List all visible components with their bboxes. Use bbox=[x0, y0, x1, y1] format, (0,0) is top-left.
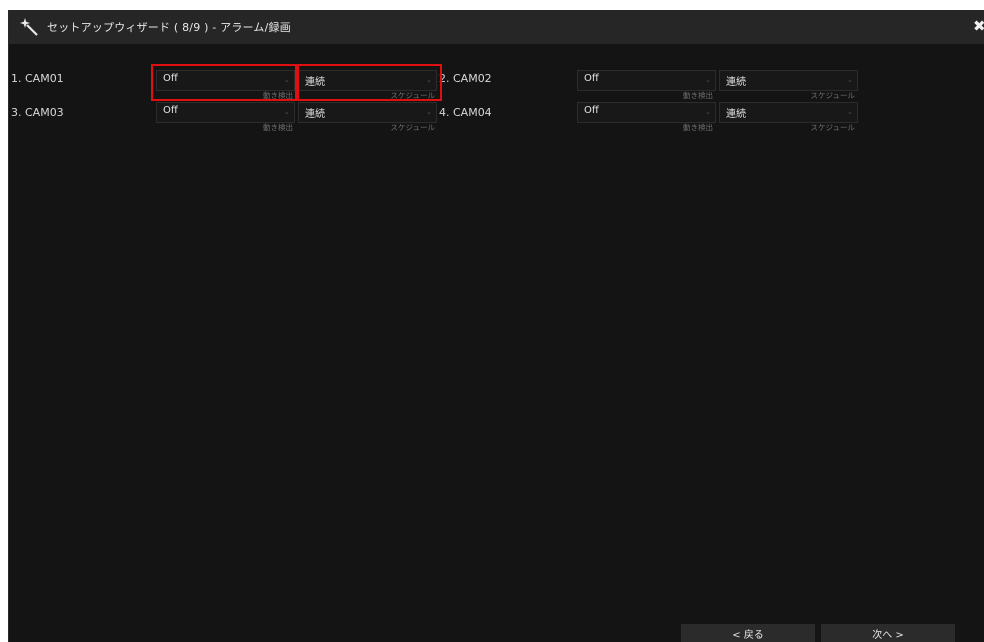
chevron-down-icon: ⌄ bbox=[847, 108, 853, 116]
cam02-motion-select[interactable]: Off ⌄ bbox=[577, 70, 716, 91]
cam04-motion-caption: 動き検出 bbox=[683, 123, 713, 132]
setup-wizard-window: セットアップウィザード ( 8/9 ) - アラーム/録画 ✖ 1. CAM01… bbox=[8, 10, 984, 642]
motion-highlight-box bbox=[151, 64, 297, 101]
cam03-motion-value: Off bbox=[163, 105, 178, 116]
cam04-motion-select[interactable]: Off ⌄ bbox=[577, 102, 716, 123]
chevron-down-icon: ⌄ bbox=[705, 108, 711, 116]
magic-wand-icon bbox=[20, 18, 38, 36]
window-title: セットアップウィザード ( 8/9 ) - アラーム/録画 bbox=[47, 21, 291, 34]
next-button[interactable]: 次へ > bbox=[821, 624, 955, 642]
cam03-schedule-select[interactable]: 連続 ⌄ bbox=[298, 102, 437, 123]
title-bar: セットアップウィザード ( 8/9 ) - アラーム/録画 ✖ bbox=[9, 10, 984, 44]
cam04-label: 4. CAM04 bbox=[439, 106, 492, 119]
chevron-down-icon: ⌄ bbox=[426, 108, 432, 116]
cam03-motion-caption: 動き検出 bbox=[263, 123, 293, 132]
cam01-label: 1. CAM01 bbox=[11, 72, 64, 85]
cam03-label: 3. CAM03 bbox=[11, 106, 64, 119]
cam02-label: 2. CAM02 bbox=[439, 72, 492, 85]
cam02-motion-value: Off bbox=[584, 73, 599, 84]
alarm-recording-panel: 1. CAM01 Off ⌄ 動き検出 連続 ⌄ スケジュール 2. CAM02… bbox=[9, 44, 984, 642]
chevron-down-icon: ⌄ bbox=[705, 76, 711, 84]
cam04-schedule-select[interactable]: 連続 ⌄ bbox=[719, 102, 858, 123]
cam02-schedule-value: 連続 bbox=[726, 77, 746, 88]
chevron-down-icon: ⌄ bbox=[284, 108, 290, 116]
schedule-highlight-box bbox=[297, 64, 442, 101]
cam04-schedule-value: 連続 bbox=[726, 109, 746, 120]
cam03-schedule-value: 連続 bbox=[305, 109, 325, 120]
back-button[interactable]: < 戻る bbox=[681, 624, 815, 642]
cam04-schedule-caption: スケジュール bbox=[810, 123, 855, 132]
cam02-motion-caption: 動き検出 bbox=[683, 91, 713, 100]
cam02-schedule-caption: スケジュール bbox=[810, 91, 855, 100]
cam03-schedule-caption: スケジュール bbox=[390, 123, 435, 132]
cam02-schedule-select[interactable]: 連続 ⌄ bbox=[719, 70, 858, 91]
chevron-down-icon: ⌄ bbox=[847, 76, 853, 84]
close-icon[interactable]: ✖ bbox=[973, 19, 984, 34]
cam04-motion-value: Off bbox=[584, 105, 599, 116]
cam03-motion-select[interactable]: Off ⌄ bbox=[156, 102, 295, 123]
